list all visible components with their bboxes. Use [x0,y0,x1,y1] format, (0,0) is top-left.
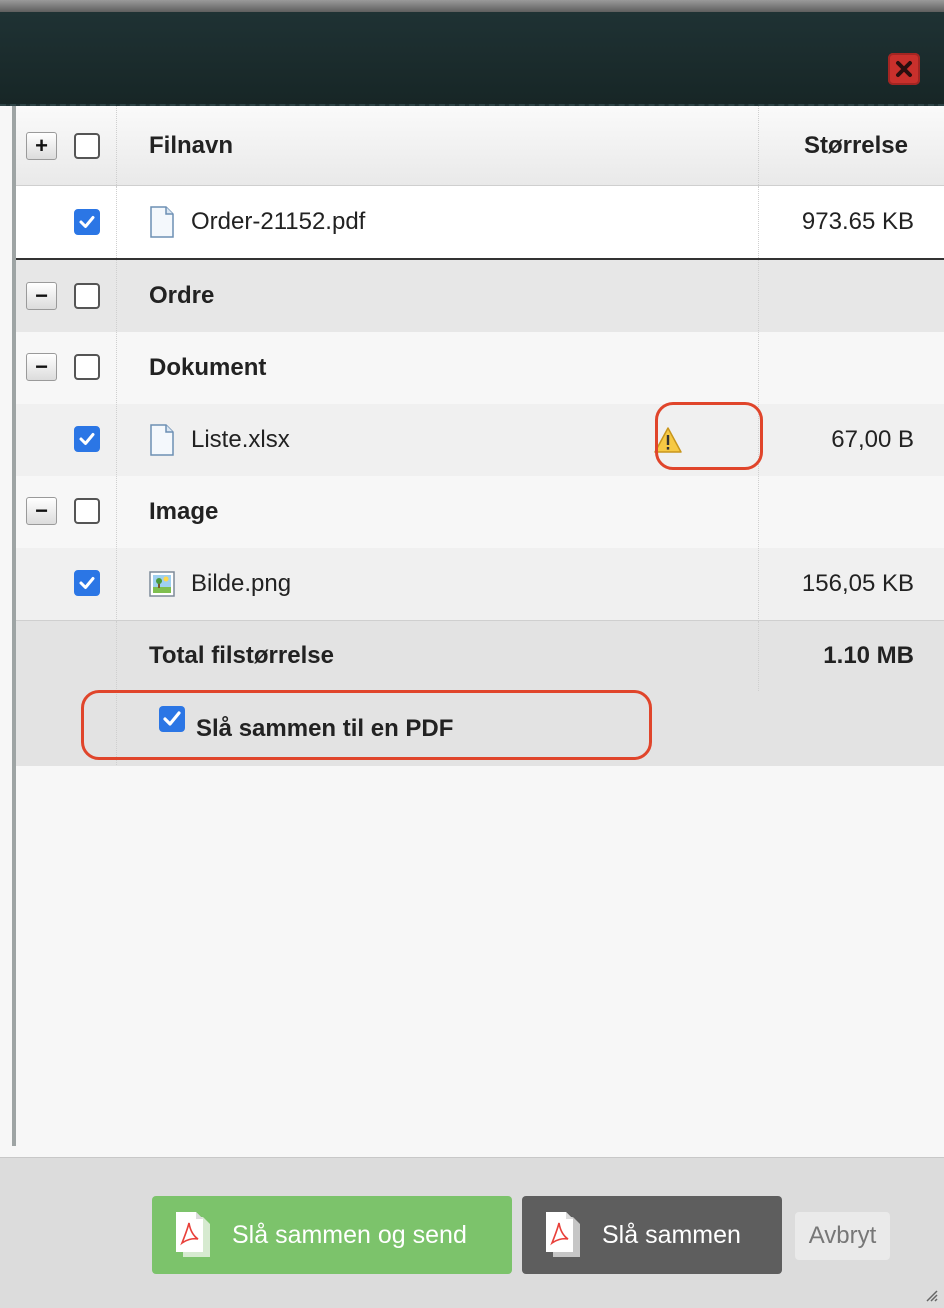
select-all-checkbox[interactable] [74,133,100,159]
pdf-icon [546,1212,580,1257]
group-label: Image [149,497,219,525]
collapse-icon[interactable]: − [26,497,57,525]
table-row: Order-21152.pdf 973.65 KB [16,186,944,260]
file-size: 67,00 B [831,425,914,453]
table-row: Bilde.png 156,05 KB [16,548,944,620]
close-icon[interactable] [888,53,920,85]
group-label: Dokument [149,353,267,381]
merge-and-send-label: Slå sammen og send [232,1220,467,1249]
file-name[interactable]: Bilde.png [191,570,291,598]
file-table: + Filnavn Størrelse Order-21152.pdf 973.… [16,106,944,766]
total-value: 1.10 MB [823,642,914,669]
file-size: 156,05 KB [801,569,914,597]
merge-label: Slå sammen [602,1220,741,1249]
document-icon [150,423,174,456]
row-checkbox[interactable] [74,570,100,596]
image-file-icon [149,570,175,597]
window-top-edge [0,0,944,12]
collapse-icon[interactable]: − [26,282,57,310]
column-header-name[interactable]: Filnavn [149,132,233,160]
collapse-icon[interactable]: − [26,353,57,381]
file-name[interactable]: Order-21152.pdf [191,208,365,236]
warning-icon[interactable] [653,426,683,454]
cancel-button[interactable]: Avbryt [795,1212,890,1260]
table-header: + Filnavn Størrelse [16,106,944,186]
total-row: Total filstørrelse 1.10 MB [16,620,944,692]
merge-button[interactable]: Slå sammen [522,1196,782,1274]
dialog-titlebar [0,12,944,106]
merge-and-send-button[interactable]: Slå sammen og send [152,1196,512,1274]
total-label: Total filstørrelse [149,642,334,669]
row-checkbox[interactable] [74,426,100,452]
group-checkbox[interactable] [74,354,100,380]
merge-option-row: Slå sammen til en PDF [16,692,944,766]
group-row-dokument: − Dokument [16,332,944,404]
resize-grip-icon[interactable] [922,1286,938,1302]
document-icon [150,206,174,238]
file-name[interactable]: Liste.xlsx [191,426,290,454]
dialog-footer: Slå sammen og send Slå sammen Avbryt [0,1157,944,1308]
group-row-ordre: − Ordre [16,260,944,332]
group-label: Ordre [149,281,215,309]
pdf-icon [176,1212,210,1257]
file-size: 973.65 KB [801,208,914,235]
group-checkbox[interactable] [74,283,100,309]
expand-all-icon[interactable]: + [26,132,57,160]
table-row: Liste.xlsx 67,00 B [16,404,944,476]
merge-pdf-checkbox[interactable] [159,706,185,732]
group-row-image: − Image [16,476,944,548]
column-header-size[interactable]: Størrelse [804,132,908,160]
merge-pdf-label[interactable]: Slå sammen til en PDF [196,692,453,766]
group-checkbox[interactable] [74,498,100,524]
row-checkbox[interactable] [74,209,100,235]
